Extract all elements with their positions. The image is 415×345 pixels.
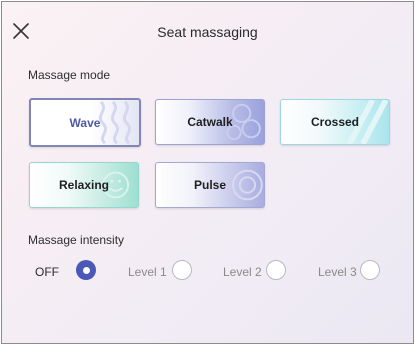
mode-label-pulse: Pulse: [193, 178, 226, 192]
intensity-radio-level-3[interactable]: [360, 260, 380, 280]
intensity-label-level-1: Level 1: [128, 265, 167, 279]
intensity-label-level-3: Level 3: [318, 265, 357, 279]
intensity-radio-group: OFF Level 1 Level 2 Level 3: [2, 260, 413, 284]
page-title: Seat massaging: [157, 24, 258, 40]
mode-label-relaxing: Relaxing: [58, 178, 109, 192]
mode-label-wave: Wave: [69, 115, 101, 130]
intensity-label-level-2: Level 2: [223, 265, 262, 279]
intensity-radio-level-1[interactable]: [172, 260, 192, 280]
mode-button-catwalk[interactable]: Catwalk: [155, 99, 265, 145]
intensity-label-off: OFF: [35, 265, 59, 279]
massage-intensity-label: Massage intensity: [28, 233, 125, 247]
intensity-radio-off[interactable]: [76, 260, 96, 280]
mode-button-pulse[interactable]: Pulse: [155, 162, 265, 208]
seat-massaging-screen: Seat massaging Massage mode Wave Catwalk…: [1, 1, 414, 344]
mode-button-crossed[interactable]: Crossed: [280, 99, 390, 145]
mode-label-crossed: Crossed: [310, 115, 360, 129]
mode-button-wave[interactable]: Wave: [29, 98, 141, 147]
massage-mode-label: Massage mode: [28, 68, 111, 82]
mode-label-catwalk: Catwalk: [187, 115, 233, 129]
mode-button-relaxing[interactable]: Relaxing: [29, 162, 139, 208]
intensity-radio-level-2[interactable]: [266, 260, 286, 280]
